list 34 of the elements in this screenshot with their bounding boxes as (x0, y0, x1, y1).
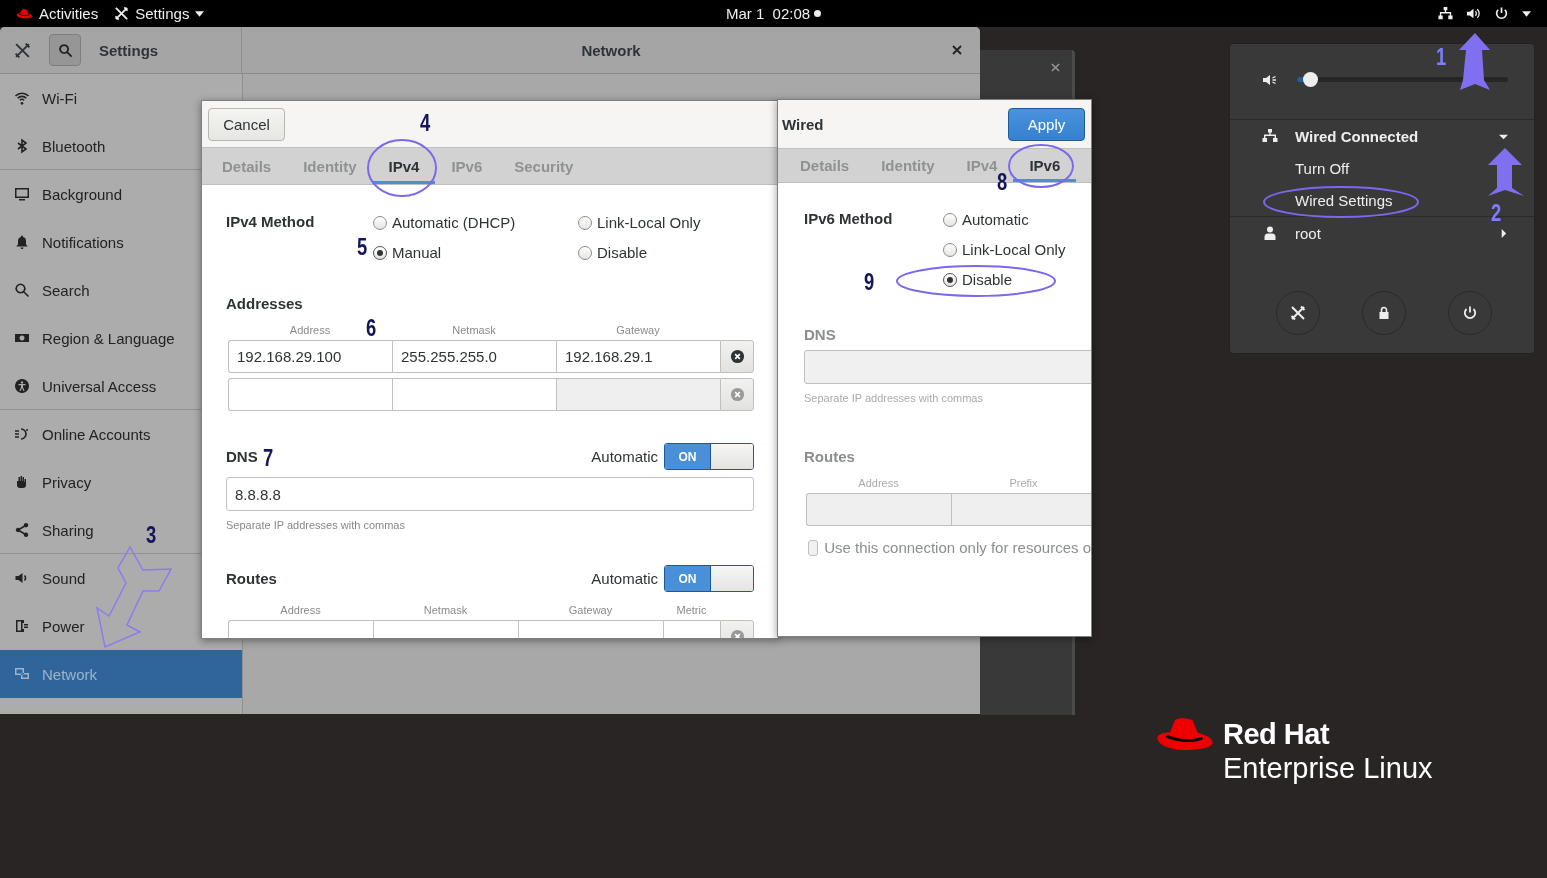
column-header: Address (858, 477, 899, 489)
sidebar-title: Settings (99, 41, 159, 59)
window-title: Network (581, 41, 641, 59)
logo-text: Enterprise Linux (1223, 751, 1433, 785)
column-header: Gateway (616, 324, 660, 336)
annotation-number: 9 (863, 270, 875, 294)
section-title: Addresses (226, 295, 303, 312)
hint-text: Separate IP addresses with commas (226, 519, 406, 531)
annotation-number: 5 (356, 235, 368, 259)
dialog-title: Wired (782, 115, 824, 133)
column-header: Address (280, 604, 321, 616)
annotation-number: 4 (419, 111, 431, 135)
column-header: Address (289, 324, 331, 336)
automatic-label: Automatic (591, 448, 658, 465)
column-header: Netmask (423, 604, 468, 616)
annotation-number: 6 (365, 316, 377, 340)
column-header: Metric (676, 604, 707, 616)
section-title: Routes (804, 448, 856, 465)
annotation-number: 3 (145, 523, 157, 547)
column-header: Gateway (568, 604, 613, 616)
annotation-number: 2 (1490, 201, 1502, 225)
section-title: DNS (804, 326, 837, 343)
annotation-number: 1 (1435, 45, 1447, 69)
section-title: DNS (226, 448, 258, 465)
automatic-label: Automatic (591, 570, 658, 587)
annotation-number: 8 (996, 170, 1008, 194)
annotation-number: 7 (262, 446, 274, 470)
method-label: IPv4 Method (226, 213, 316, 230)
column-header: Prefix (1009, 477, 1038, 489)
method-label: IPv6 Method (804, 210, 894, 227)
column-header: Netmask (452, 324, 496, 336)
section-title: Routes (226, 570, 277, 587)
logo-text: Red Hat (1223, 717, 1331, 751)
hint-text: Separate IP addresses with commas (804, 392, 984, 404)
